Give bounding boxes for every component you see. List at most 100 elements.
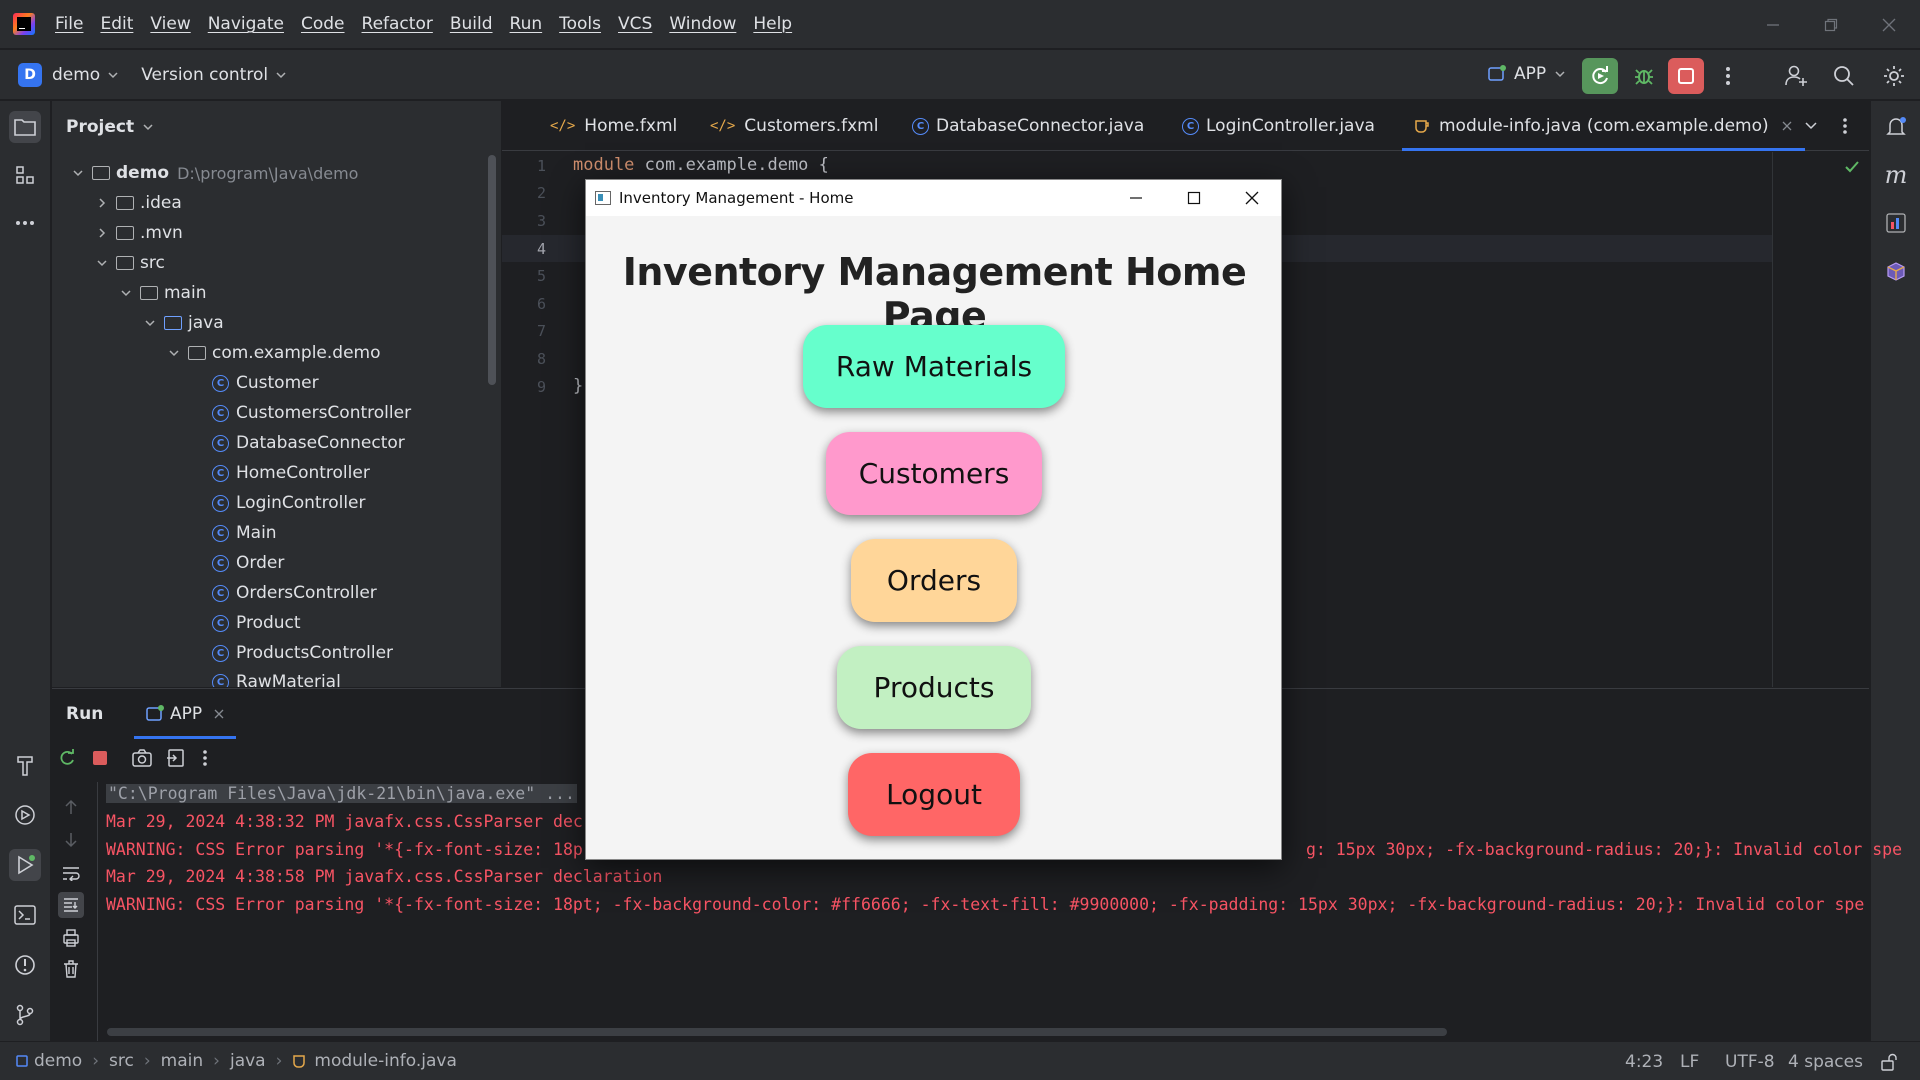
problems-tool-button[interactable] (9, 949, 41, 981)
soft-wrap-button[interactable] (62, 865, 80, 881)
tree-item-idea[interactable]: .idea (94, 188, 182, 218)
console-command-line[interactable]: "C:\Program Files\Java\jdk-21\bin\java.e… (106, 784, 577, 803)
tree-item-class[interactable]: C ProductsController (212, 638, 393, 668)
menu-file[interactable]: File (55, 14, 83, 34)
menu-refactor[interactable]: Refactor (362, 14, 433, 34)
intellij-logo-icon[interactable] (13, 13, 35, 35)
menu-tools[interactable]: Tools (559, 14, 601, 34)
menu-run[interactable]: Run (510, 14, 543, 34)
search-everywhere-button[interactable] (1826, 58, 1862, 94)
rerun-icon-button[interactable] (58, 749, 76, 767)
scroll-down-button[interactable] (64, 832, 78, 848)
tab-module-info[interactable]: module-info.java (com.example.demo) (1402, 101, 1805, 151)
clear-all-button[interactable] (63, 960, 79, 978)
tree-item-src[interactable]: src (94, 248, 165, 278)
caret-position[interactable]: 4:23 (1625, 1042, 1663, 1080)
close-tab-icon[interactable] (214, 709, 224, 719)
more-actions-button[interactable] (1710, 58, 1746, 94)
project-panel-header[interactable]: Project (52, 101, 501, 153)
minimize-button[interactable] (1744, 0, 1802, 49)
menu-build[interactable]: Build (450, 14, 493, 34)
menu-view[interactable]: View (150, 14, 190, 34)
stop-icon-button[interactable] (92, 750, 108, 766)
database-tool-button[interactable] (1880, 255, 1912, 287)
tab-customers-fxml[interactable]: </> Customers.fxml (710, 101, 878, 151)
project-selector[interactable]: demo (52, 65, 100, 85)
tree-item-class[interactable]: C HomeController (212, 458, 370, 488)
more-tools-button[interactable] (9, 207, 41, 239)
restore-button[interactable] (1802, 0, 1860, 49)
indent-setting[interactable]: 4 spaces (1788, 1042, 1863, 1080)
debug-button[interactable] (1626, 58, 1662, 94)
breadcrumb-item[interactable]: java (230, 1051, 266, 1071)
no-problems-indicator[interactable] (1844, 160, 1860, 174)
products-button[interactable]: Products (837, 646, 1031, 729)
breadcrumb-item[interactable]: src (109, 1051, 134, 1071)
tab-home-fxml[interactable]: </> Home.fxml (550, 101, 677, 151)
tree-item-main[interactable]: main (118, 278, 206, 308)
menu-edit[interactable]: Edit (100, 14, 133, 34)
close-window-button[interactable] (1860, 0, 1918, 49)
tree-item-class[interactable]: C DatabaseConnector (212, 428, 405, 458)
read-only-toggle[interactable] (1880, 1042, 1898, 1080)
terminal-tool-button[interactable] (9, 899, 41, 931)
run-tab-app[interactable]: APP (134, 689, 237, 739)
menu-vcs[interactable]: VCS (618, 14, 652, 34)
tree-item-class[interactable]: C Product (212, 608, 301, 638)
tree-item-class[interactable]: C Order (212, 548, 284, 578)
tab-list-button[interactable] (1804, 119, 1818, 133)
menu-window[interactable]: Window (669, 14, 736, 34)
structure-tool-button[interactable] (9, 159, 41, 191)
project-badge[interactable]: D (18, 62, 42, 87)
app-close-button[interactable] (1223, 180, 1281, 216)
print-button[interactable] (62, 929, 80, 947)
close-tab-icon[interactable] (1781, 120, 1793, 132)
scroll-to-end-button[interactable] (58, 892, 84, 918)
exit-button[interactable] (166, 749, 184, 767)
stop-button[interactable] (1668, 58, 1704, 94)
run-more-button[interactable] (202, 749, 208, 767)
app-minimize-button[interactable] (1107, 180, 1165, 216)
project-scrollbar[interactable] (488, 155, 496, 385)
build-tool-button[interactable] (9, 749, 41, 781)
version-control-selector[interactable]: Version control (141, 65, 268, 85)
dump-threads-button[interactable] (132, 749, 152, 767)
app-maximize-button[interactable] (1165, 180, 1223, 216)
customers-button[interactable]: Customers (826, 432, 1042, 515)
breadcrumb-item[interactable]: demo (34, 1051, 82, 1071)
plugin-tool-button[interactable] (1880, 207, 1912, 239)
notifications-button[interactable] (1880, 111, 1912, 143)
tree-item-class[interactable]: C LoginController (212, 488, 365, 518)
scroll-up-button[interactable] (64, 799, 78, 815)
line-separator[interactable]: LF (1680, 1042, 1699, 1080)
tree-item-class[interactable]: C OrdersController (212, 578, 377, 608)
rerun-button[interactable] (1582, 58, 1618, 94)
git-tool-button[interactable] (9, 999, 41, 1031)
tab-options-button[interactable] (1842, 117, 1848, 135)
app-window-titlebar[interactable]: Inventory Management - Home (586, 180, 1281, 216)
code-with-me-button[interactable] (1778, 58, 1814, 94)
console-horizontal-scrollbar[interactable] (107, 1028, 1447, 1036)
services-tool-button[interactable] (9, 799, 41, 831)
breadcrumb-item[interactable]: module-info.java (314, 1051, 456, 1071)
orders-button[interactable]: Orders (851, 539, 1017, 622)
tab-logincontroller[interactable]: C LoginController.java (1182, 101, 1375, 151)
breadcrumb-item[interactable]: main (161, 1051, 203, 1071)
tree-item-mvn[interactable]: .mvn (94, 218, 183, 248)
settings-button[interactable] (1876, 58, 1912, 94)
menu-navigate[interactable]: Navigate (208, 14, 284, 34)
run-config-selector[interactable]: APP (1488, 64, 1566, 84)
tab-databaseconnector[interactable]: C DatabaseConnector.java (912, 101, 1144, 151)
logout-button[interactable]: Logout (848, 753, 1020, 836)
maven-tool-button[interactable]: m (1880, 159, 1912, 191)
menu-code[interactable]: Code (301, 14, 345, 34)
tree-item-root[interactable]: demo D:\program\Java\demo (70, 158, 358, 188)
tree-item-class[interactable]: C CustomersController (212, 398, 411, 428)
tree-item-class[interactable]: C Main (212, 518, 277, 548)
raw-materials-button[interactable]: Raw Materials (803, 325, 1065, 408)
run-tool-button[interactable] (9, 849, 41, 881)
project-tool-button[interactable] (9, 111, 41, 143)
tree-item-java[interactable]: java (142, 308, 224, 338)
tree-item-package[interactable]: com.example.demo (166, 338, 381, 368)
file-encoding[interactable]: UTF-8 (1725, 1042, 1775, 1080)
